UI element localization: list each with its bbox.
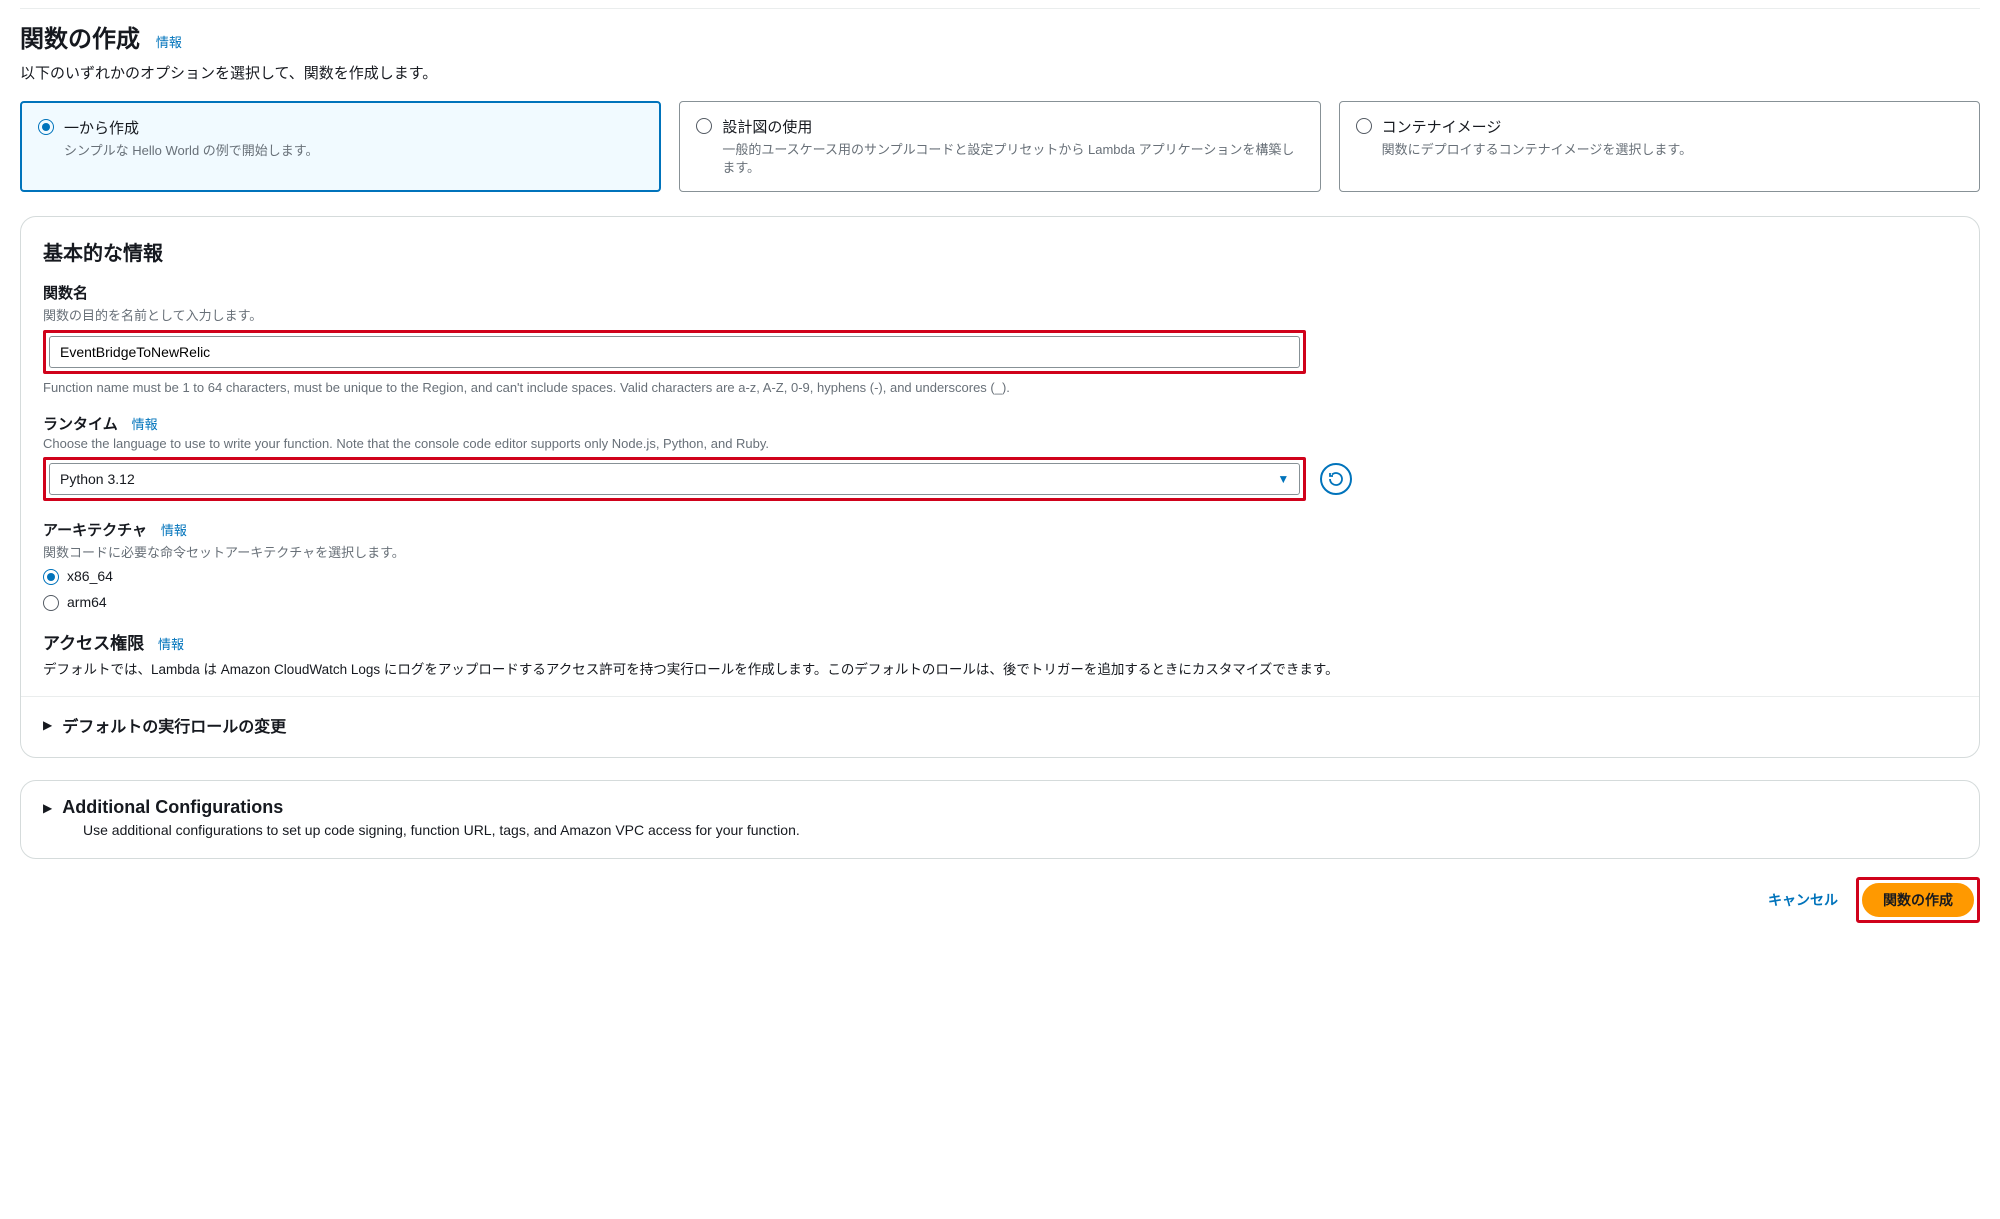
arch-option-x86-64[interactable]: x86_64 — [43, 567, 1957, 585]
arch-option-label: x86_64 — [67, 568, 113, 584]
option-title: 設計図の使用 — [722, 116, 1303, 137]
basic-info-panel: 基本的な情報 関数名 関数の目的を名前として入力します。 Function na… — [20, 216, 1980, 758]
architecture-label: アーキテクチャ — [43, 519, 147, 540]
additional-config-panel: ▶ Additional Configurations Use addition… — [20, 780, 1980, 859]
caret-right-icon: ▶ — [43, 718, 52, 732]
function-name-block: 関数名 関数の目的を名前として入力します。 Function name must… — [43, 282, 1957, 395]
radio-icon — [43, 569, 59, 585]
cancel-button[interactable]: キャンセル — [1764, 884, 1842, 916]
info-link-architecture[interactable]: 情報 — [161, 523, 187, 538]
architecture-hint: 関数コードに必要な命令セットアーキテクチャを選択します。 — [43, 542, 1957, 561]
option-container-image[interactable]: コンテナイメージ 関数にデプロイするコンテナイメージを選択します。 — [1339, 101, 1980, 192]
page-subtitle: 以下のいずれかのオプションを選択して、関数を作成します。 — [20, 62, 1980, 83]
permissions-label: アクセス権限 — [43, 629, 144, 654]
chevron-down-icon: ▼ — [1277, 472, 1289, 486]
option-desc: 一般的ユースケース用のサンプルコードと設定プリセットから Lambda アプリケ… — [722, 141, 1303, 177]
additional-desc: Use additional configurations to set up … — [83, 822, 1957, 838]
info-link-permissions[interactable]: 情報 — [158, 637, 184, 652]
caret-right-icon: ▶ — [43, 801, 52, 815]
radio-icon — [1356, 118, 1372, 134]
info-link-runtime[interactable]: 情報 — [132, 417, 158, 432]
refresh-icon — [1328, 471, 1344, 487]
page-header: 関数の作成 情報 — [20, 19, 1980, 54]
info-link-header[interactable]: 情報 — [156, 35, 182, 50]
creation-options: 一から作成 シンプルな Hello World の例で開始します。 設計図の使用… — [20, 101, 1980, 192]
option-desc: シンプルな Hello World の例で開始します。 — [64, 142, 318, 160]
highlight-create-button: 関数の作成 — [1856, 877, 1980, 923]
runtime-hint: Choose the language to use to write your… — [43, 436, 1957, 451]
option-title: 一から作成 — [64, 117, 318, 138]
expand-execution-role[interactable]: ▶ デフォルトの実行ロールの変更 — [43, 697, 1957, 737]
runtime-value: Python 3.12 — [60, 471, 135, 487]
radio-icon — [696, 118, 712, 134]
refresh-runtimes-button[interactable] — [1320, 463, 1352, 495]
expand-additional-config[interactable]: ▶ Additional Configurations — [43, 797, 1957, 818]
runtime-block: ランタイム 情報 Choose the language to use to w… — [43, 413, 1957, 501]
expand-role-title: デフォルトの実行ロールの変更 — [62, 713, 286, 737]
arch-option-label: arm64 — [67, 594, 107, 610]
permissions-block: アクセス権限 情報 デフォルトでは、Lambda は Amazon CloudW… — [43, 629, 1957, 678]
function-name-label: 関数名 — [43, 282, 1957, 303]
additional-title: Additional Configurations — [62, 797, 283, 818]
highlight-runtime: Python 3.12 ▼ — [43, 457, 1306, 501]
arch-option-arm64[interactable]: arm64 — [43, 593, 1957, 611]
page-title: 関数の作成 — [20, 19, 140, 54]
option-title: コンテナイメージ — [1382, 116, 1692, 137]
panel-title-basic: 基本的な情報 — [43, 237, 1957, 266]
runtime-label: ランタイム — [43, 413, 118, 434]
function-name-constraint: Function name must be 1 to 64 characters… — [43, 380, 1957, 395]
architecture-block: アーキテクチャ 情報 関数コードに必要な命令セットアーキテクチャを選択します。 … — [43, 519, 1957, 611]
radio-icon — [43, 595, 59, 611]
highlight-function-name — [43, 330, 1306, 374]
option-desc: 関数にデプロイするコンテナイメージを選択します。 — [1382, 141, 1692, 159]
permissions-desc: デフォルトでは、Lambda は Amazon CloudWatch Logs … — [43, 658, 1957, 678]
function-name-hint: 関数の目的を名前として入力します。 — [43, 305, 1957, 324]
radio-icon — [38, 119, 54, 135]
footer-actions: キャンセル 関数の作成 — [20, 877, 1980, 923]
runtime-select[interactable]: Python 3.12 ▼ — [49, 463, 1300, 495]
create-function-button[interactable]: 関数の作成 — [1862, 883, 1974, 917]
function-name-input[interactable] — [49, 336, 1300, 368]
option-use-blueprint[interactable]: 設計図の使用 一般的ユースケース用のサンプルコードと設定プリセットから Lamb… — [679, 101, 1320, 192]
option-author-from-scratch[interactable]: 一から作成 シンプルな Hello World の例で開始します。 — [20, 101, 661, 192]
